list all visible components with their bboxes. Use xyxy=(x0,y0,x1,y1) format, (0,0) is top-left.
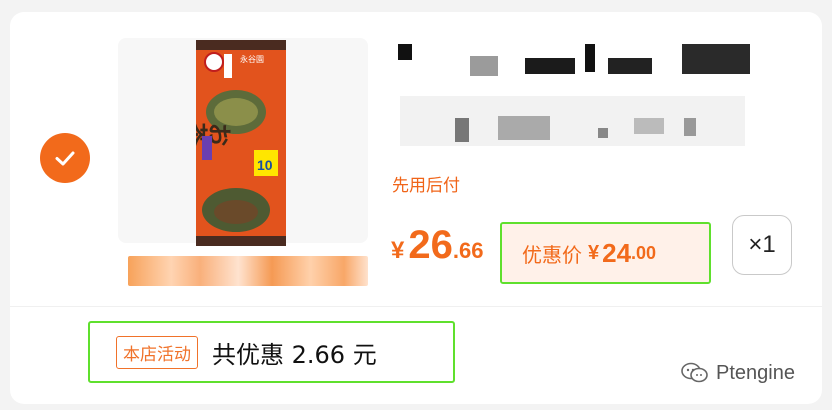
pack-title: お茶漬亭 xyxy=(196,118,232,146)
watermark: Ptengine xyxy=(680,361,795,385)
quantity-button[interactable]: ×1 xyxy=(732,215,792,275)
watermark-brand: Ptengine xyxy=(716,361,795,384)
blurred-label xyxy=(128,256,368,286)
check-icon xyxy=(55,151,75,166)
price-decimal: .66 xyxy=(452,238,484,263)
pack-brand: 永谷園 xyxy=(240,54,264,64)
wechat-icon xyxy=(681,362,708,383)
pack-count: 10 xyxy=(257,157,273,173)
store-activity-tag: 本店活动 xyxy=(116,335,198,369)
product-image: 永谷園 お茶漬亭 10 xyxy=(196,40,286,246)
pay-later-label: 先用后付 xyxy=(392,176,460,196)
promo-decimal: .00 xyxy=(631,242,657,263)
divider xyxy=(10,306,822,307)
store-activity-saving: 共优惠 2.66 元 xyxy=(212,340,377,369)
store-activity-row[interactable]: 本店活动 共优惠 2.66 元 xyxy=(88,321,455,383)
item-price: ¥26.66 xyxy=(391,223,483,268)
promo-label: 优惠价 xyxy=(522,244,582,267)
promo-price-badge: 优惠价 ¥24.00 xyxy=(502,224,709,282)
select-checkbox[interactable] xyxy=(40,133,90,183)
promo-integer: 24 xyxy=(602,237,632,268)
promo-currency: ¥ xyxy=(588,241,600,264)
price-integer: 26 xyxy=(408,223,453,267)
price-currency: ¥ xyxy=(391,237,405,264)
